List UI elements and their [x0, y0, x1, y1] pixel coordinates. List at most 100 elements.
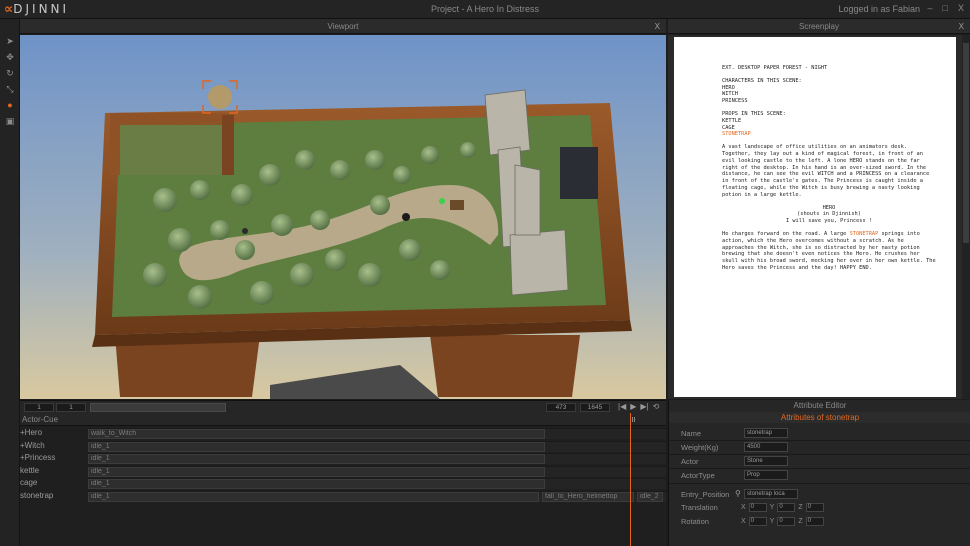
- close-viewport-icon[interactable]: X: [655, 19, 660, 34]
- select-arrow-icon[interactable]: ➤: [0, 33, 20, 49]
- track-name[interactable]: cage: [20, 478, 88, 487]
- scale-icon[interactable]: ⤡: [0, 81, 20, 97]
- attr-entry-position-input[interactable]: stonetrap loca: [744, 489, 798, 499]
- viewport-3d-scene[interactable]: [20, 35, 666, 399]
- scrollbar-thumb[interactable]: [963, 43, 969, 243]
- action-paragraph-2: He charges forward on the road. A large …: [722, 231, 936, 272]
- props-title: PROPS IN THIS SCENE:: [722, 110, 786, 117]
- track-name[interactable]: stonetrap: [20, 491, 88, 500]
- rotation-xyz: X0 Y0 Z0: [741, 516, 824, 526]
- attr-rotation-label: Rotation: [681, 517, 709, 526]
- minimize-button[interactable]: –: [928, 3, 933, 13]
- place-pin-icon[interactable]: ●: [0, 97, 20, 113]
- dialogue-line: I will save you, Princess !: [785, 218, 873, 225]
- attr-name-input[interactable]: stonetrap: [744, 428, 788, 438]
- attribute-editor-title: Attribute Editor: [793, 401, 847, 410]
- range-end-field[interactable]: 1: [56, 403, 86, 412]
- track-row: +Princess idle_1: [20, 452, 666, 464]
- attr-row-actortype: ActorType Prop: [669, 469, 970, 482]
- axis-x-label: X: [741, 503, 746, 511]
- attr-translation-label: Translation: [681, 503, 718, 512]
- playhead[interactable]: [630, 413, 631, 546]
- character-hero: HERO: [722, 84, 735, 91]
- track-name[interactable]: kettle: [20, 466, 88, 475]
- attr-row-entry-position: Entry_Position ⚲ stonetrap loca: [669, 488, 970, 501]
- axis-z-label: Z: [798, 503, 803, 511]
- left-toolbar: ➤ ✥ ↻ ⤡ ● ▣: [0, 19, 20, 546]
- prop-stonetrap-link[interactable]: STONETRAP: [722, 131, 936, 138]
- timeline-header: Actor-Cue: [20, 413, 666, 426]
- animation-clip[interactable]: walk_to_Witch: [88, 429, 545, 439]
- translation-z-input[interactable]: 0: [805, 502, 824, 512]
- rotation-y-input[interactable]: 0: [777, 516, 796, 526]
- move-icon[interactable]: ✥: [0, 49, 20, 65]
- screenplay-scrollbar[interactable]: [962, 35, 970, 399]
- character-witch: WITCH: [722, 91, 738, 98]
- rotation-x-input[interactable]: 0: [748, 516, 767, 526]
- range-start-field[interactable]: 1: [24, 403, 54, 412]
- track-lane[interactable]: idle_1: [88, 465, 666, 477]
- action2-start: He charges forward on the road. A large: [722, 230, 847, 237]
- camera-icon[interactable]: ▣: [0, 113, 20, 129]
- skip-end-icon[interactable]: ▶|: [640, 402, 648, 411]
- prop-cage: CAGE: [722, 124, 735, 131]
- characters-block: CHARACTERS IN THIS SCENE: HERO WITCH PRI…: [722, 78, 936, 105]
- skip-start-icon[interactable]: |◀: [618, 402, 626, 411]
- prop-kettle: KETTLE: [722, 117, 742, 124]
- screenplay-panel: EXT. DESKTOP PAPER FOREST - NIGHT CHARAC…: [668, 35, 962, 399]
- track-lane[interactable]: idle_1: [88, 440, 666, 452]
- animation-clip[interactable]: idle_1: [88, 479, 545, 489]
- rotation-z-input[interactable]: 0: [805, 516, 824, 526]
- rotate-icon[interactable]: ↻: [0, 65, 20, 81]
- animation-clip[interactable]: fall_to_Hero_helmettop: [542, 491, 634, 502]
- screenplay-page[interactable]: EXT. DESKTOP PAPER FOREST - NIGHT CHARAC…: [674, 37, 956, 397]
- animation-clip[interactable]: idle_1: [88, 491, 539, 502]
- attribute-editor: Attribute Editor Attributes of stonetrap…: [668, 400, 970, 546]
- attribute-subject: Attributes of stonetrap: [669, 412, 970, 423]
- stonetrap-link[interactable]: STONETRAP: [850, 231, 879, 237]
- attr-weight-label: Weight(Kg): [681, 443, 719, 452]
- desk-scene-illustration: [20, 35, 666, 399]
- attr-weight-input[interactable]: 4500: [744, 442, 788, 452]
- axis-z-label: Z: [798, 517, 803, 525]
- action2-end: springs into action, which the Hero over…: [722, 230, 936, 271]
- animation-clip[interactable]: idle_1: [88, 441, 545, 452]
- attr-row-name: Name stonetrap: [669, 427, 970, 440]
- track-row: +Hero walk_to_Witch: [20, 427, 666, 439]
- track-name[interactable]: +Hero: [20, 428, 88, 437]
- translation-y-input[interactable]: 0: [777, 502, 796, 512]
- axis-y-label: Y: [769, 503, 775, 511]
- track-lane[interactable]: idle_1: [88, 453, 666, 464]
- actor-cue-timeline: Actor-Cue +Hero walk_to_Witch +Witch idle_1…: [20, 413, 666, 546]
- close-window-button[interactable]: X: [958, 3, 964, 13]
- timeline-scrubber[interactable]: [90, 403, 226, 412]
- track-lane[interactable]: walk_to_Witch: [88, 428, 666, 439]
- track-name[interactable]: +Witch: [20, 441, 88, 450]
- track-lane[interactable]: idle_1 fall_to_Hero_helmettop idle_2: [88, 490, 666, 502]
- total-frames-field[interactable]: 1645: [580, 403, 610, 412]
- timeline-tick: [632, 417, 633, 422]
- maximize-button[interactable]: □: [943, 3, 948, 13]
- animation-clip[interactable]: idle_2: [637, 491, 663, 502]
- translation-xyz: X0 Y0 Z0: [741, 502, 824, 512]
- attr-actortype-input[interactable]: Prop: [744, 470, 788, 480]
- track-lane[interactable]: idle_1: [88, 478, 666, 489]
- location-pin-icon[interactable]: ⚲: [735, 489, 741, 498]
- translation-x-input[interactable]: 0: [748, 502, 767, 512]
- divider: [669, 483, 970, 484]
- current-frame-field[interactable]: 473: [546, 403, 576, 412]
- logged-in-user: Logged in as Fabian: [838, 4, 920, 14]
- animation-clip[interactable]: idle_1: [88, 466, 545, 477]
- close-screenplay-icon[interactable]: X: [959, 19, 964, 34]
- animation-clip[interactable]: idle_1: [88, 454, 545, 464]
- dialogue-parenthetical: (shouts in Djinnish): [797, 211, 861, 218]
- transport-controls: |◀ ▶ ▶| ⟲: [618, 402, 659, 411]
- track-name[interactable]: +Princess: [20, 453, 88, 462]
- character-princess: PRINCESS: [722, 98, 748, 105]
- loop-icon[interactable]: ⟲: [653, 402, 660, 411]
- attr-actor-input[interactable]: Stone: [744, 456, 788, 466]
- dialogue-block: HERO (shouts in Djinnish) I will save yo…: [722, 205, 936, 225]
- play-icon[interactable]: ▶: [630, 402, 636, 411]
- axis-x-label: X: [741, 517, 746, 525]
- attr-row-rotation: Rotation X0 Y0 Z0: [669, 515, 970, 528]
